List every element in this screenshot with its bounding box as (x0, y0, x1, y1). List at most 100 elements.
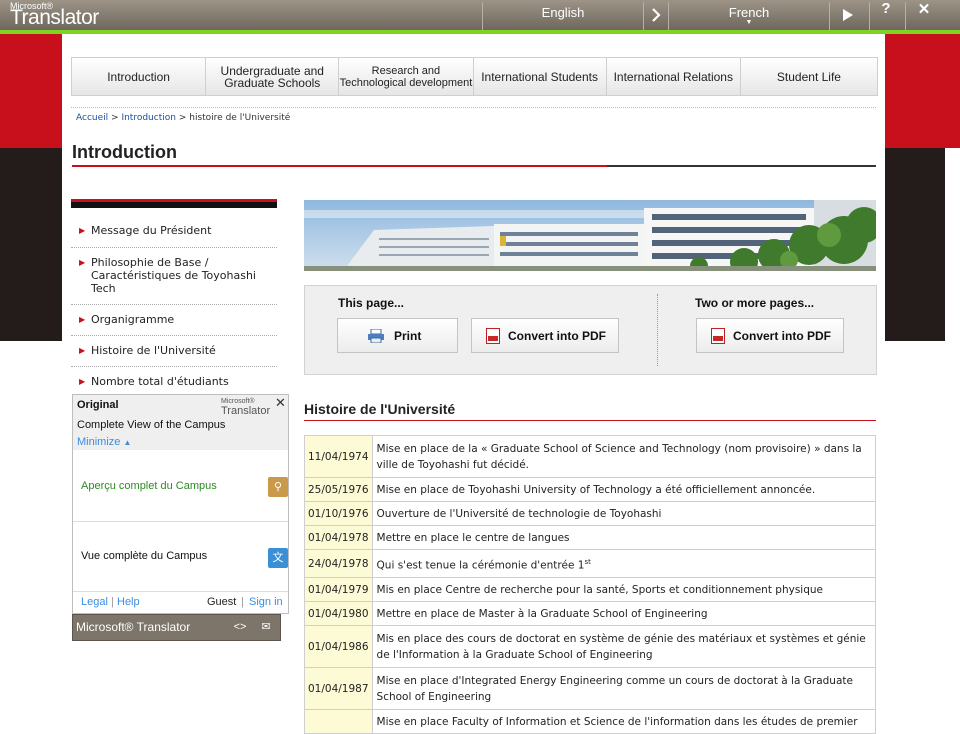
title-underline-accent (72, 165, 607, 167)
event-text: Qui s'est tenue la cérémonie d'entrée 1 (376, 559, 585, 572)
history-underline (304, 420, 876, 421)
event-cell: Mettre en place de Master à la Graduate … (371, 601, 877, 626)
divider (905, 2, 906, 30)
event-cell: Mettre en place le centre de langues (371, 525, 877, 550)
translation-separator (73, 521, 288, 522)
convert-pdf-button[interactable]: Convert into PDF (471, 318, 619, 353)
panel-bar-brand: Microsoft® Translator (76, 620, 191, 634)
event-cell: Mise en place de la « Graduate School of… (371, 435, 877, 478)
translator-brand: Translator (10, 6, 99, 29)
history-table: 11/04/1974 Mise en place de la « Graduat… (304, 435, 877, 734)
sidebar-header-bar (71, 199, 277, 208)
chevron-down-icon: ▼ (745, 19, 753, 26)
translate-icon[interactable]: 文 (268, 548, 288, 568)
sidebar-item-philosophy[interactable]: ▶ Philosophie de Base / Caractéristiques… (71, 248, 277, 305)
translation-option-2[interactable]: Vue complète du Campus (81, 550, 207, 562)
code-icon: <> (233, 621, 247, 633)
email-button[interactable]: ✉ (256, 619, 276, 636)
footer-divider: | (241, 596, 244, 608)
sign-in-link[interactable]: Sign in (249, 596, 283, 608)
event-cell: Ouverture de l'Université de technologie… (371, 501, 877, 526)
translator-panel-bar: Microsoft® Translator <> ✉ (72, 614, 281, 641)
event-cell: Mis en place des cours de doctorat en sy… (371, 625, 877, 668)
breadcrumb-home-link[interactable]: Accueil (76, 113, 108, 123)
help-button[interactable]: ? (871, 0, 901, 30)
breadcrumb: Accueil > Introduction > histoire de l'U… (76, 113, 290, 123)
event-cell: Mise en place Faculty of Information et … (371, 709, 877, 734)
nav-introduction[interactable]: Introduction (72, 58, 207, 95)
original-label: Original (77, 399, 119, 411)
close-translator-button[interactable]: ✕ (909, 0, 939, 30)
nav-research[interactable]: Research and Technological development (339, 58, 474, 95)
swap-languages-button[interactable] (641, 0, 671, 30)
date-cell: 01/04/1980 (304, 601, 373, 626)
arrow-right-icon: ▶ (79, 377, 86, 386)
sidebar-item-message[interactable]: ▶ Message du Président (71, 216, 277, 248)
minimize-link[interactable]: Minimize ▲ (77, 436, 131, 448)
divider (829, 2, 830, 30)
guest-label: Guest (207, 596, 237, 608)
legal-link[interactable]: Legal (81, 596, 108, 608)
source-text: Complete View of the Campus (77, 419, 226, 431)
nav-international-relations[interactable]: International Relations (607, 58, 741, 95)
person-icon[interactable]: ⚲ (268, 477, 288, 497)
from-language-select[interactable]: English (483, 5, 643, 20)
sidebar-item-organigram[interactable]: ▶ Organigramme (71, 305, 277, 336)
event-cell: Mise en place d'Integrated Energy Engine… (371, 667, 877, 710)
embed-button[interactable]: <> (230, 619, 250, 636)
translation-option-1[interactable]: Aperçu complet du Campus (81, 480, 217, 492)
printer-icon (368, 328, 384, 343)
date-cell (304, 709, 373, 734)
sidebar-item-label: Histoire de l'Université (91, 344, 216, 357)
history-heading: Histoire de l'Université (304, 401, 456, 417)
nav-schools[interactable]: Undergraduate and Graduate Schools (206, 58, 340, 95)
panel-brand-small: Microsoft® (221, 398, 255, 405)
print-box-divider (657, 294, 658, 366)
arrow-right-icon: ▶ (79, 346, 86, 355)
translator-panel-footer: Legal | Help Guest | Sign in (73, 591, 288, 614)
arrow-right-icon: ▶ (79, 258, 86, 267)
date-cell: 01/04/1979 (304, 577, 373, 602)
to-language-label: French (728, 5, 770, 20)
chevron-up-icon: ▲ (123, 438, 132, 447)
main-nav: Introduction Undergraduate and Graduate … (71, 57, 878, 96)
translate-play-button[interactable] (833, 0, 863, 30)
table-row: Mise en place Faculty of Information et … (304, 709, 877, 734)
to-language-select[interactable]: French ▼ (669, 5, 829, 26)
nav-student-life[interactable]: Student Life (741, 58, 877, 95)
sidebar-item-students[interactable]: ▶ Nombre total d'étudiants (71, 367, 277, 393)
page-title: Introduction (72, 142, 177, 162)
event-cell: Mis en place Centre de recherche pour la… (371, 577, 877, 602)
convert-pdf-multi-label: Convert into PDF (733, 328, 831, 343)
help-link[interactable]: Help (117, 596, 140, 608)
this-page-heading: This page... (338, 296, 405, 310)
date-cell: 11/04/1974 (304, 435, 373, 478)
divider (869, 2, 870, 30)
event-cell: Qui s'est tenue la cérémonie d'entrée 1s… (371, 549, 877, 578)
translator-top-bar: Microsoft® Translator English French ▼ ?… (0, 0, 960, 31)
table-row: 01/04/1987 Mise en place d'Integrated En… (304, 667, 877, 710)
breadcrumb-section-link[interactable]: Introduction (121, 113, 176, 123)
chevron-right-icon (652, 8, 661, 22)
campus-photo (304, 200, 876, 271)
breadcrumb-sep: > (178, 113, 187, 123)
date-cell: 24/04/1978 (304, 549, 373, 578)
minimize-label: Minimize (77, 436, 121, 448)
breadcrumb-sep: > (111, 113, 119, 123)
mail-icon: ✉ (261, 621, 271, 633)
pdf-icon (486, 327, 500, 344)
play-icon (843, 9, 853, 21)
nav-separator (71, 107, 876, 108)
translator-progress-line (0, 30, 960, 34)
sidebar-item-history[interactable]: ▶ Histoire de l'Université (71, 336, 277, 367)
nav-international-students[interactable]: International Students (474, 58, 607, 95)
convert-pdf-multi-button[interactable]: Convert into PDF (696, 318, 844, 353)
date-cell: 01/10/1976 (304, 501, 373, 526)
table-row: 24/04/1978 Qui s'est tenue la cérémonie … (304, 549, 877, 578)
close-panel-button[interactable]: ✕ (275, 395, 286, 411)
event-cell: Mise en place de Toyohashi University of… (371, 477, 877, 502)
sidebar-item-label: Message du Président (91, 224, 212, 237)
arrow-right-icon: ▶ (79, 315, 86, 324)
sidebar-item-label: Nombre total d'étudiants (91, 375, 229, 388)
print-button[interactable]: Print (337, 318, 458, 353)
